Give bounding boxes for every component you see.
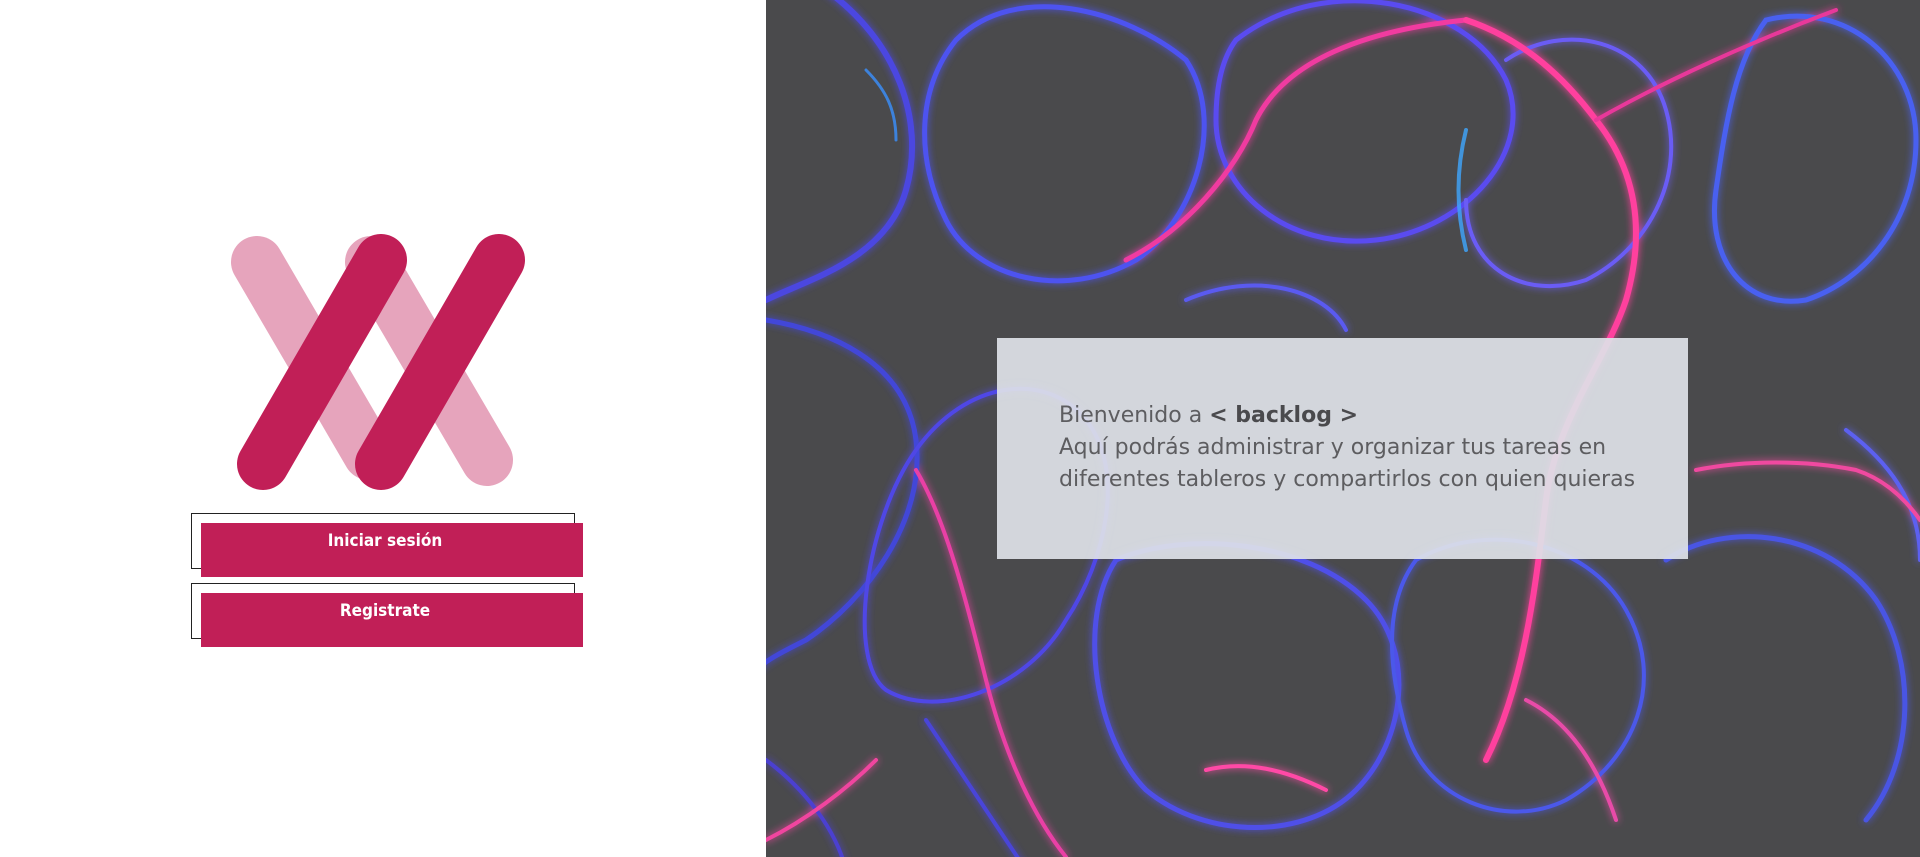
welcome-prefix: Bienvenido a xyxy=(1059,403,1203,428)
login-panel: Iniciar sesión Registrate xyxy=(0,0,766,857)
welcome-title-line: Bienvenido a < backlog > xyxy=(1059,400,1688,432)
backlog-logo xyxy=(231,234,525,490)
register-button[interactable]: Registrate xyxy=(201,593,583,647)
welcome-description-line-2: diferentes tableros y compartirlos con q… xyxy=(1059,467,1636,492)
register-button-group: Registrate xyxy=(191,583,583,647)
login-button-label: Iniciar sesión xyxy=(327,531,443,551)
hero-panel: Bienvenido a < backlog > Aquí podrás adm… xyxy=(766,0,1920,857)
register-button-label: Registrate xyxy=(339,601,431,621)
welcome-brand: < backlog > xyxy=(1209,403,1359,428)
login-button[interactable]: Iniciar sesión xyxy=(201,523,583,577)
login-button-group: Iniciar sesión xyxy=(191,513,583,577)
welcome-card: Bienvenido a < backlog > Aquí podrás adm… xyxy=(997,338,1688,559)
welcome-description-line-1: Aquí podrás administrar y organizar tus … xyxy=(1059,435,1607,460)
